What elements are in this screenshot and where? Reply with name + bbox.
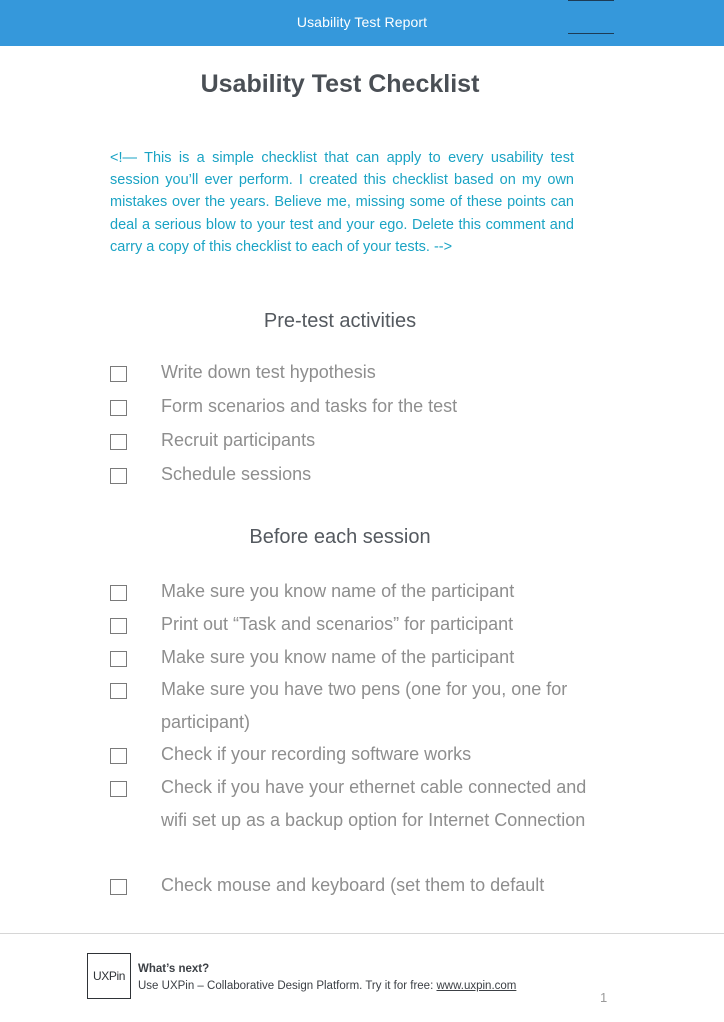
checkbox[interactable]: [110, 434, 127, 450]
checklist-item-label: Form scenarios and tasks for the test: [161, 396, 458, 416]
footer-heading: What’s next?: [138, 963, 210, 975]
checkbox[interactable]: [110, 748, 127, 764]
checklist-item-label: Make sure you know name of the participa…: [161, 581, 515, 601]
checklist-item-label: Check mouse and keyboard (set them to de…: [161, 875, 545, 895]
instruction-comment: <!— This is a simple checklist that can …: [110, 150, 574, 255]
document-title: Usability Test Checklist: [200, 70, 480, 98]
checkbox[interactable]: [110, 468, 127, 484]
footer-text: Use UXPin – Collaborative Design Platfor…: [138, 980, 516, 992]
checklist-item-label: Check if your recording software works: [161, 744, 472, 764]
header-rule-bottom: [568, 33, 614, 34]
checklist-item-label: Schedule sessions: [161, 464, 312, 484]
header-rule-top: [568, 0, 614, 1]
header-title: Usability Test Report: [296, 14, 428, 30]
checklist-item-label: Check if you have your ethernet cable co…: [161, 777, 587, 830]
footer-promo-text: Use UXPin – Collaborative Design Platfor…: [138, 980, 437, 992]
footer-divider: [0, 933, 724, 934]
checkbox[interactable]: [110, 879, 127, 895]
checklist-item-label: Make sure you know name of the participa…: [161, 647, 515, 667]
checkbox[interactable]: [110, 585, 127, 601]
uxpin-logo-text: UXPin: [92, 969, 125, 983]
checklist-item-label: Print out “Task and scenarios” for parti…: [161, 614, 514, 634]
checkbox[interactable]: [110, 618, 127, 634]
checkbox[interactable]: [110, 651, 127, 667]
section-heading-pre-test: Pre-test activities: [263, 310, 417, 332]
checkbox[interactable]: [110, 683, 127, 699]
checkbox[interactable]: [110, 366, 127, 382]
checklist-item-label: Write down test hypothesis: [161, 362, 376, 382]
checklist-item-label: Make sure you have two pens (one for you…: [161, 679, 568, 732]
section-heading-before-session: Before each session: [249, 526, 431, 548]
checkbox[interactable]: [110, 400, 127, 416]
page-number: 1: [600, 990, 608, 1005]
checklist-item-label: Recruit participants: [161, 430, 316, 450]
uxpin-logo: UXPin: [87, 953, 131, 999]
uxpin-link[interactable]: www.uxpin.com: [436, 980, 516, 992]
checkbox[interactable]: [110, 781, 127, 797]
